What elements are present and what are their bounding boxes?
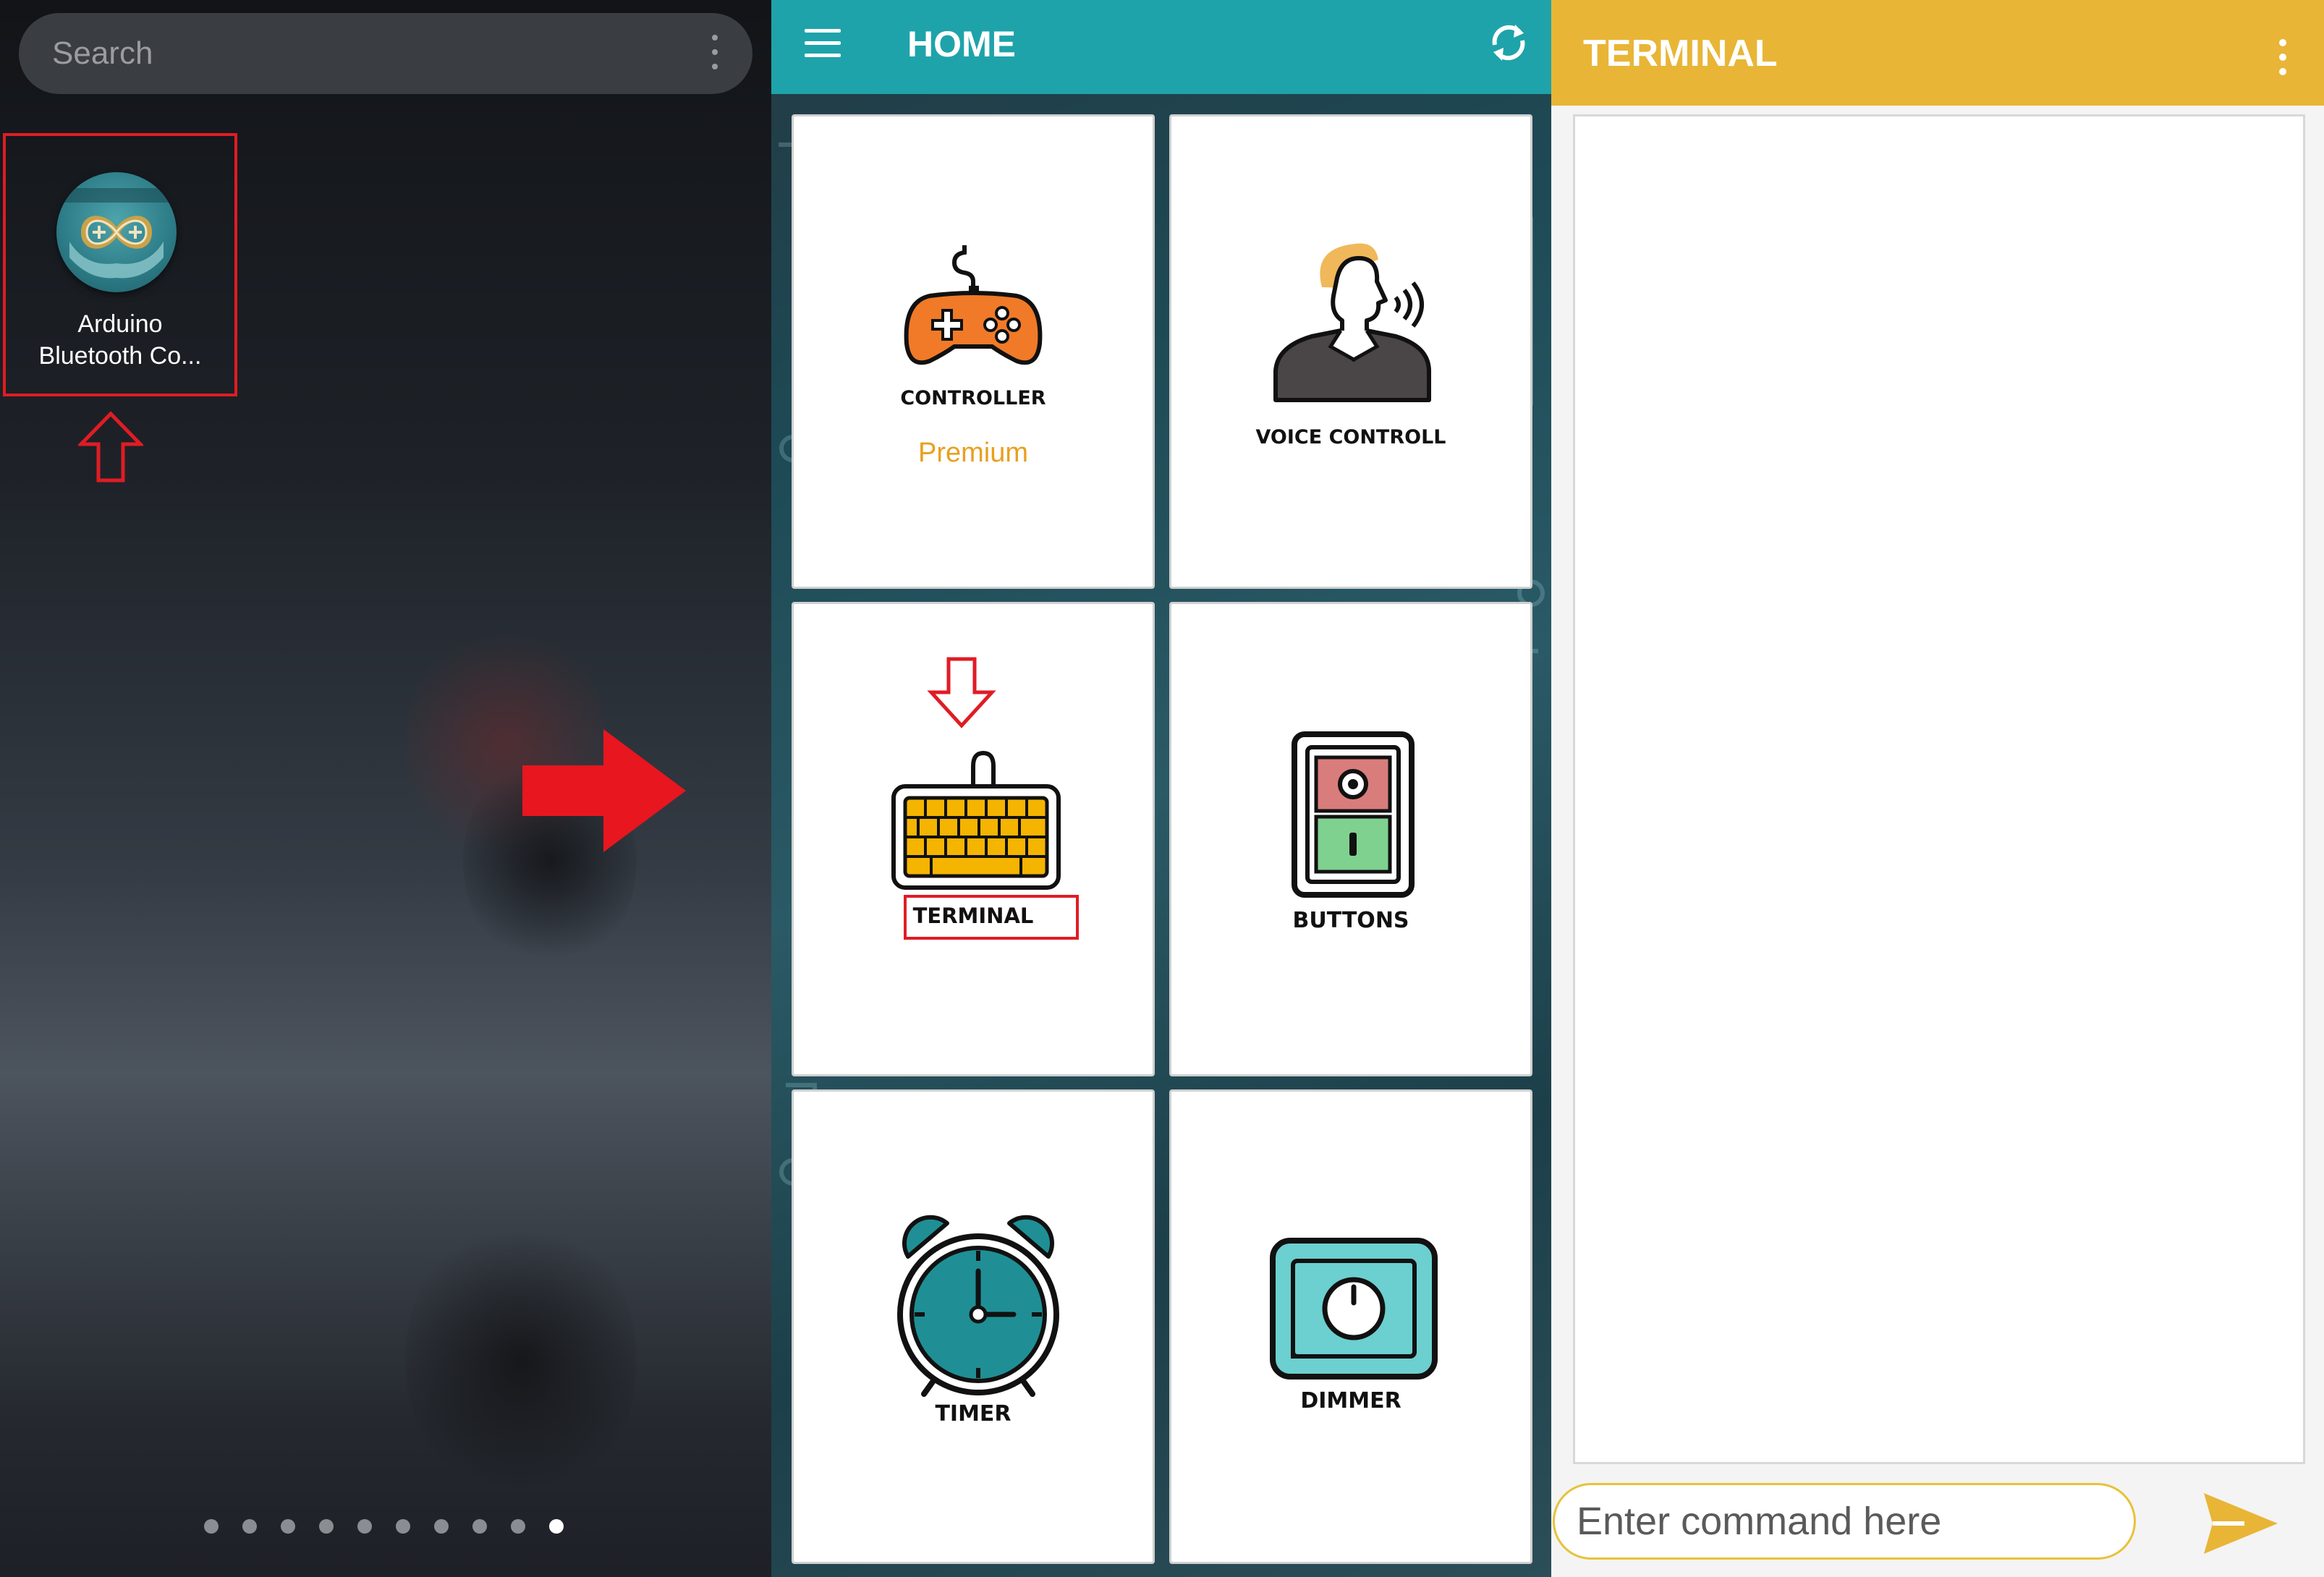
app-label-line1: Arduino <box>77 310 163 338</box>
card-voice-control[interactable]: VOICE CONTROLL <box>1169 114 1532 589</box>
page-dot[interactable] <box>204 1519 219 1534</box>
launcher-search-bar[interactable]: Search <box>19 13 752 94</box>
card-timer-label: TIMER <box>935 1401 1012 1427</box>
switch-icon <box>1292 731 1415 898</box>
gamepad-icon <box>904 245 1043 365</box>
page-dot[interactable] <box>396 1519 410 1534</box>
terminal-screen: TERMINAL <box>1551 0 2324 1577</box>
card-buttons[interactable]: BUTTONS <box>1169 602 1532 1076</box>
up-arrow-icon <box>78 411 143 483</box>
right-arrow-icon <box>522 729 686 852</box>
app-highlight-box: Arduino Bluetooth Co... <box>3 133 237 396</box>
person-speaking-icon <box>1273 243 1431 402</box>
page-dot-active[interactable] <box>549 1519 564 1534</box>
send-icon[interactable] <box>2201 1489 2281 1558</box>
page-dot[interactable] <box>319 1519 334 1534</box>
refresh-icon[interactable] <box>1485 19 1532 67</box>
card-controller-label: CONTROLLER <box>900 387 1046 409</box>
wallpaper-blur <box>405 1215 637 1505</box>
page-dot[interactable] <box>434 1519 449 1534</box>
premium-badge: Premium <box>917 438 1029 468</box>
card-controller[interactable]: CONTROLLER Premium <box>792 114 1155 589</box>
home-title: HOME <box>907 24 1016 64</box>
alarm-clock-icon <box>897 1215 1059 1397</box>
command-input[interactable] <box>1553 1483 2136 1560</box>
launcher-screen: Search Arduino Bluetooth Co... <box>0 0 771 1577</box>
card-dimmer[interactable]: DIMMER <box>1169 1089 1532 1564</box>
card-terminal-label: TERMINAL <box>912 904 1034 928</box>
overflow-menu-icon[interactable] <box>2279 39 2289 82</box>
keyboard-icon <box>891 750 1061 890</box>
card-buttons-label: BUTTONS <box>1292 908 1409 933</box>
page-dot[interactable] <box>242 1519 257 1534</box>
page-dot[interactable] <box>472 1519 487 1534</box>
card-timer[interactable]: TIMER <box>792 1089 1155 1564</box>
terminal-app-bar: TERMINAL <box>1551 0 2324 106</box>
card-voice-label: VOICE CONTROLL <box>1255 426 1446 449</box>
app-label[interactable]: Arduino Bluetooth Co... <box>6 308 234 372</box>
page-indicator <box>204 1519 564 1534</box>
hamburger-icon[interactable] <box>805 29 841 61</box>
page-dot[interactable] <box>511 1519 525 1534</box>
down-arrow-icon <box>927 657 996 728</box>
page-dot[interactable] <box>357 1519 372 1534</box>
search-menu-icon[interactable] <box>711 35 719 72</box>
dimmer-icon <box>1270 1238 1438 1380</box>
card-dimmer-label: DIMMER <box>1300 1388 1401 1414</box>
search-placeholder: Search <box>52 35 153 71</box>
card-terminal[interactable]: TERMINAL <box>792 602 1155 1076</box>
page-dot[interactable] <box>281 1519 295 1534</box>
app-icon[interactable] <box>56 172 177 292</box>
app-label-line2: Bluetooth Co... <box>38 342 202 370</box>
home-screen: HOME CONTROLLER Premium VOICE CONTROLL T… <box>771 0 1551 1577</box>
terminal-title: TERMINAL <box>1583 33 1778 75</box>
terminal-output-area[interactable] <box>1573 114 2305 1464</box>
home-app-bar: HOME <box>771 0 1551 94</box>
